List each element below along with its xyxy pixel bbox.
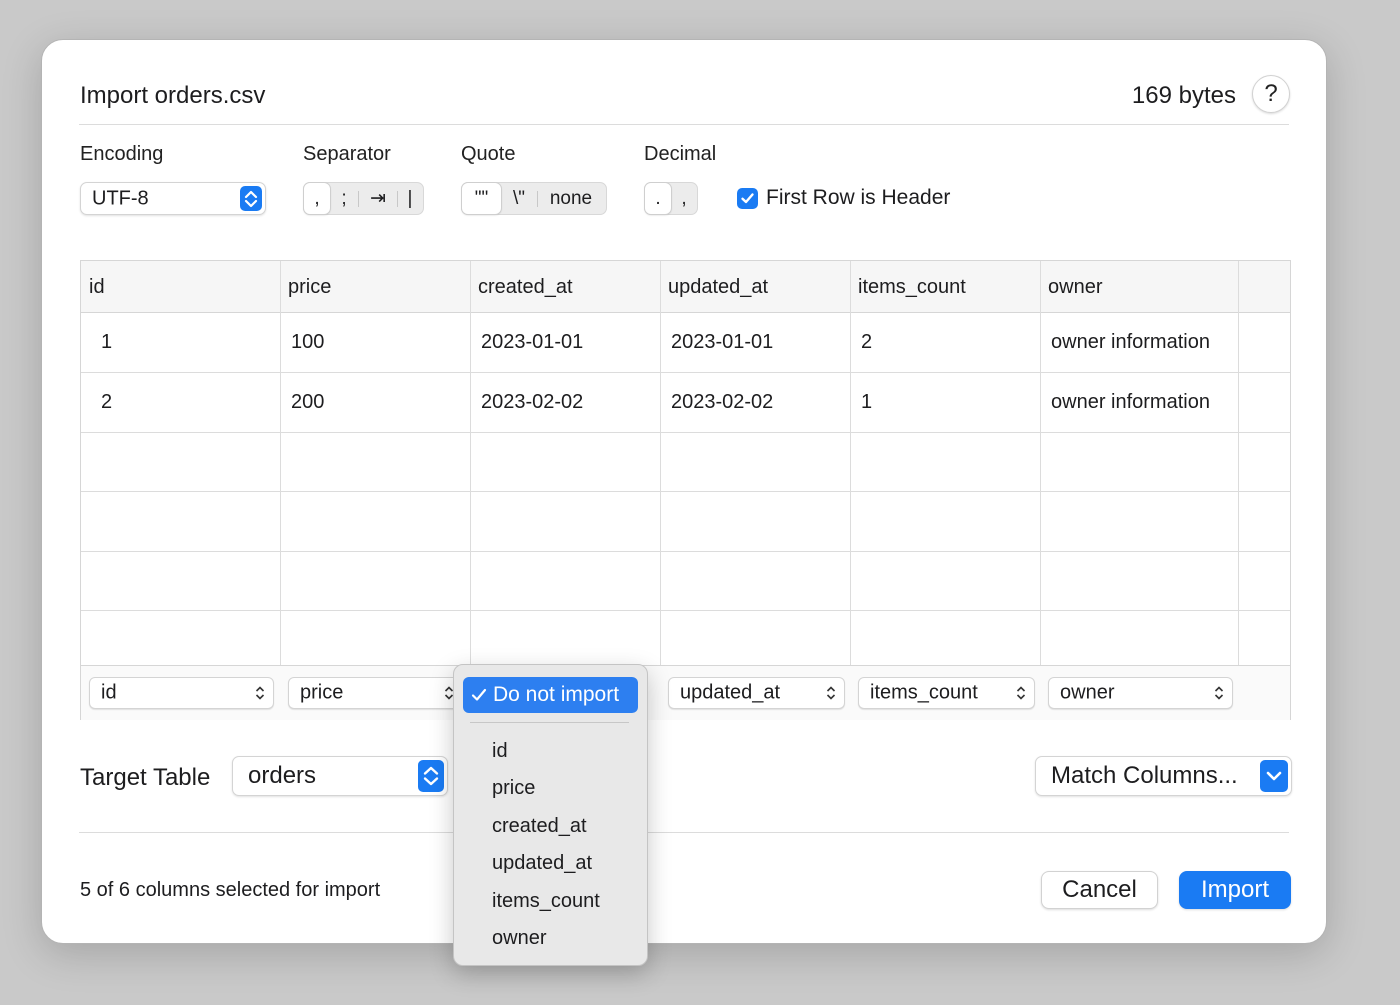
menu-item-created-at[interactable]: created_at	[492, 815, 587, 838]
match-columns-button[interactable]: Match Columns...	[1035, 756, 1292, 796]
separator-semicolon[interactable]: ;	[330, 183, 358, 214]
table-cell: 2023-01-01	[481, 331, 584, 353]
menu-item-id[interactable]: id	[492, 740, 508, 763]
import-button[interactable]: Import	[1179, 871, 1291, 909]
menu-item-price[interactable]: price	[492, 777, 535, 800]
column-mapping-menu: Do not import id price created_at update…	[453, 664, 648, 966]
updown-chevron-icon	[240, 186, 262, 211]
updown-chevron-icon	[418, 760, 444, 792]
decimal-comma[interactable]: ,	[671, 183, 697, 214]
column-header-id[interactable]: id	[81, 261, 105, 313]
encoding-value: UTF-8	[92, 187, 149, 209]
table-cell: 2023-02-02	[671, 391, 774, 413]
target-table-label: Target Table	[80, 764, 211, 791]
file-size: 169 bytes	[1131, 82, 1236, 109]
mapping-popup-id[interactable]: id	[89, 677, 274, 709]
separator-label: Separator	[303, 143, 391, 165]
column-header-items-count[interactable]: items_count	[850, 261, 966, 313]
footer-divider	[79, 832, 1289, 833]
updown-chevron-icon	[1016, 686, 1026, 700]
decimal-segmented-control: . ,	[644, 182, 698, 215]
first-row-header-label[interactable]: First Row is Header	[766, 186, 950, 210]
header-divider	[79, 124, 1289, 125]
mapping-value: items_count	[870, 681, 978, 704]
mapping-value: id	[101, 681, 117, 704]
encoding-popup[interactable]: UTF-8	[80, 182, 266, 215]
quote-double[interactable]: ""	[462, 183, 501, 214]
grid-line	[81, 610, 1290, 611]
separator-segmented-control: , ; ⇥ |	[303, 182, 424, 215]
column-header-price[interactable]: price	[280, 261, 331, 313]
preview-table: id price created_at updated_at items_cou…	[80, 260, 1291, 720]
table-cell: 1	[101, 331, 113, 353]
help-button[interactable]: ?	[1252, 75, 1290, 113]
mapping-popup-price[interactable]: price	[288, 677, 463, 709]
updown-chevron-icon	[826, 686, 836, 700]
table-cell: owner information	[1051, 391, 1210, 413]
table-cell: owner information	[1051, 331, 1210, 353]
table-cell: 1	[861, 391, 873, 413]
table-cell: 2	[861, 331, 873, 353]
selection-status: 5 of 6 columns selected for import	[80, 879, 381, 901]
column-mapping-row: id price updated_at items_count owner	[81, 665, 1290, 720]
mapping-value: updated_at	[680, 681, 781, 704]
import-dialog: Import orders.csv 169 bytes ? Encoding S…	[41, 39, 1327, 944]
menu-separator	[470, 722, 629, 723]
mapping-popup-owner[interactable]: owner	[1048, 677, 1233, 709]
menu-item-owner[interactable]: owner	[492, 927, 546, 950]
column-header-updated-at[interactable]: updated_at	[660, 261, 768, 313]
table-header: id price created_at updated_at items_cou…	[81, 261, 1290, 313]
menu-item-do-not-import[interactable]: Do not import	[463, 677, 638, 713]
updown-chevron-icon	[255, 686, 265, 700]
table-cell: 2023-01-01	[671, 331, 774, 353]
quote-segmented-control: "" \" none	[461, 182, 607, 215]
checkmark-icon	[741, 193, 754, 204]
quote-label: Quote	[461, 143, 516, 165]
column-header-created-at[interactable]: created_at	[470, 261, 573, 313]
quote-none[interactable]: none	[538, 183, 604, 214]
decimal-dot[interactable]: .	[645, 183, 671, 214]
grid-line	[1238, 261, 1239, 665]
separator-comma[interactable]: ,	[304, 183, 330, 214]
encoding-label: Encoding	[80, 143, 164, 165]
grid-line	[81, 432, 1290, 433]
grid-line	[81, 491, 1290, 492]
separator-pipe[interactable]: |	[398, 183, 422, 214]
match-columns-label: Match Columns...	[1051, 762, 1238, 789]
table-cell: 2023-02-02	[481, 391, 584, 413]
dialog-title: Import orders.csv	[80, 82, 266, 109]
mapping-popup-updated-at[interactable]: updated_at	[668, 677, 845, 709]
mapping-value: price	[300, 681, 344, 704]
menu-item-label: Do not import	[493, 683, 620, 706]
column-header-owner[interactable]: owner	[1040, 261, 1102, 313]
updown-chevron-icon	[1214, 686, 1224, 700]
decimal-label: Decimal	[644, 143, 717, 165]
grid-line	[81, 551, 1290, 552]
table-cell: 2	[101, 391, 113, 413]
chevron-down-icon	[1260, 760, 1288, 792]
checkmark-icon	[471, 688, 487, 701]
mapping-popup-items-count[interactable]: items_count	[858, 677, 1035, 709]
cancel-button[interactable]: Cancel	[1041, 871, 1158, 909]
quote-escaped[interactable]: \"	[501, 183, 537, 214]
menu-item-items-count[interactable]: items_count	[492, 890, 600, 913]
menu-item-updated-at[interactable]: updated_at	[492, 852, 592, 875]
table-cell: 200	[291, 391, 325, 413]
target-table-popup[interactable]: orders	[232, 756, 448, 796]
first-row-header-checkbox[interactable]	[737, 188, 758, 209]
mapping-value: owner	[1060, 681, 1115, 704]
separator-tab[interactable]: ⇥	[359, 183, 397, 214]
target-table-value: orders	[248, 762, 317, 789]
table-cell: 100	[291, 331, 325, 353]
